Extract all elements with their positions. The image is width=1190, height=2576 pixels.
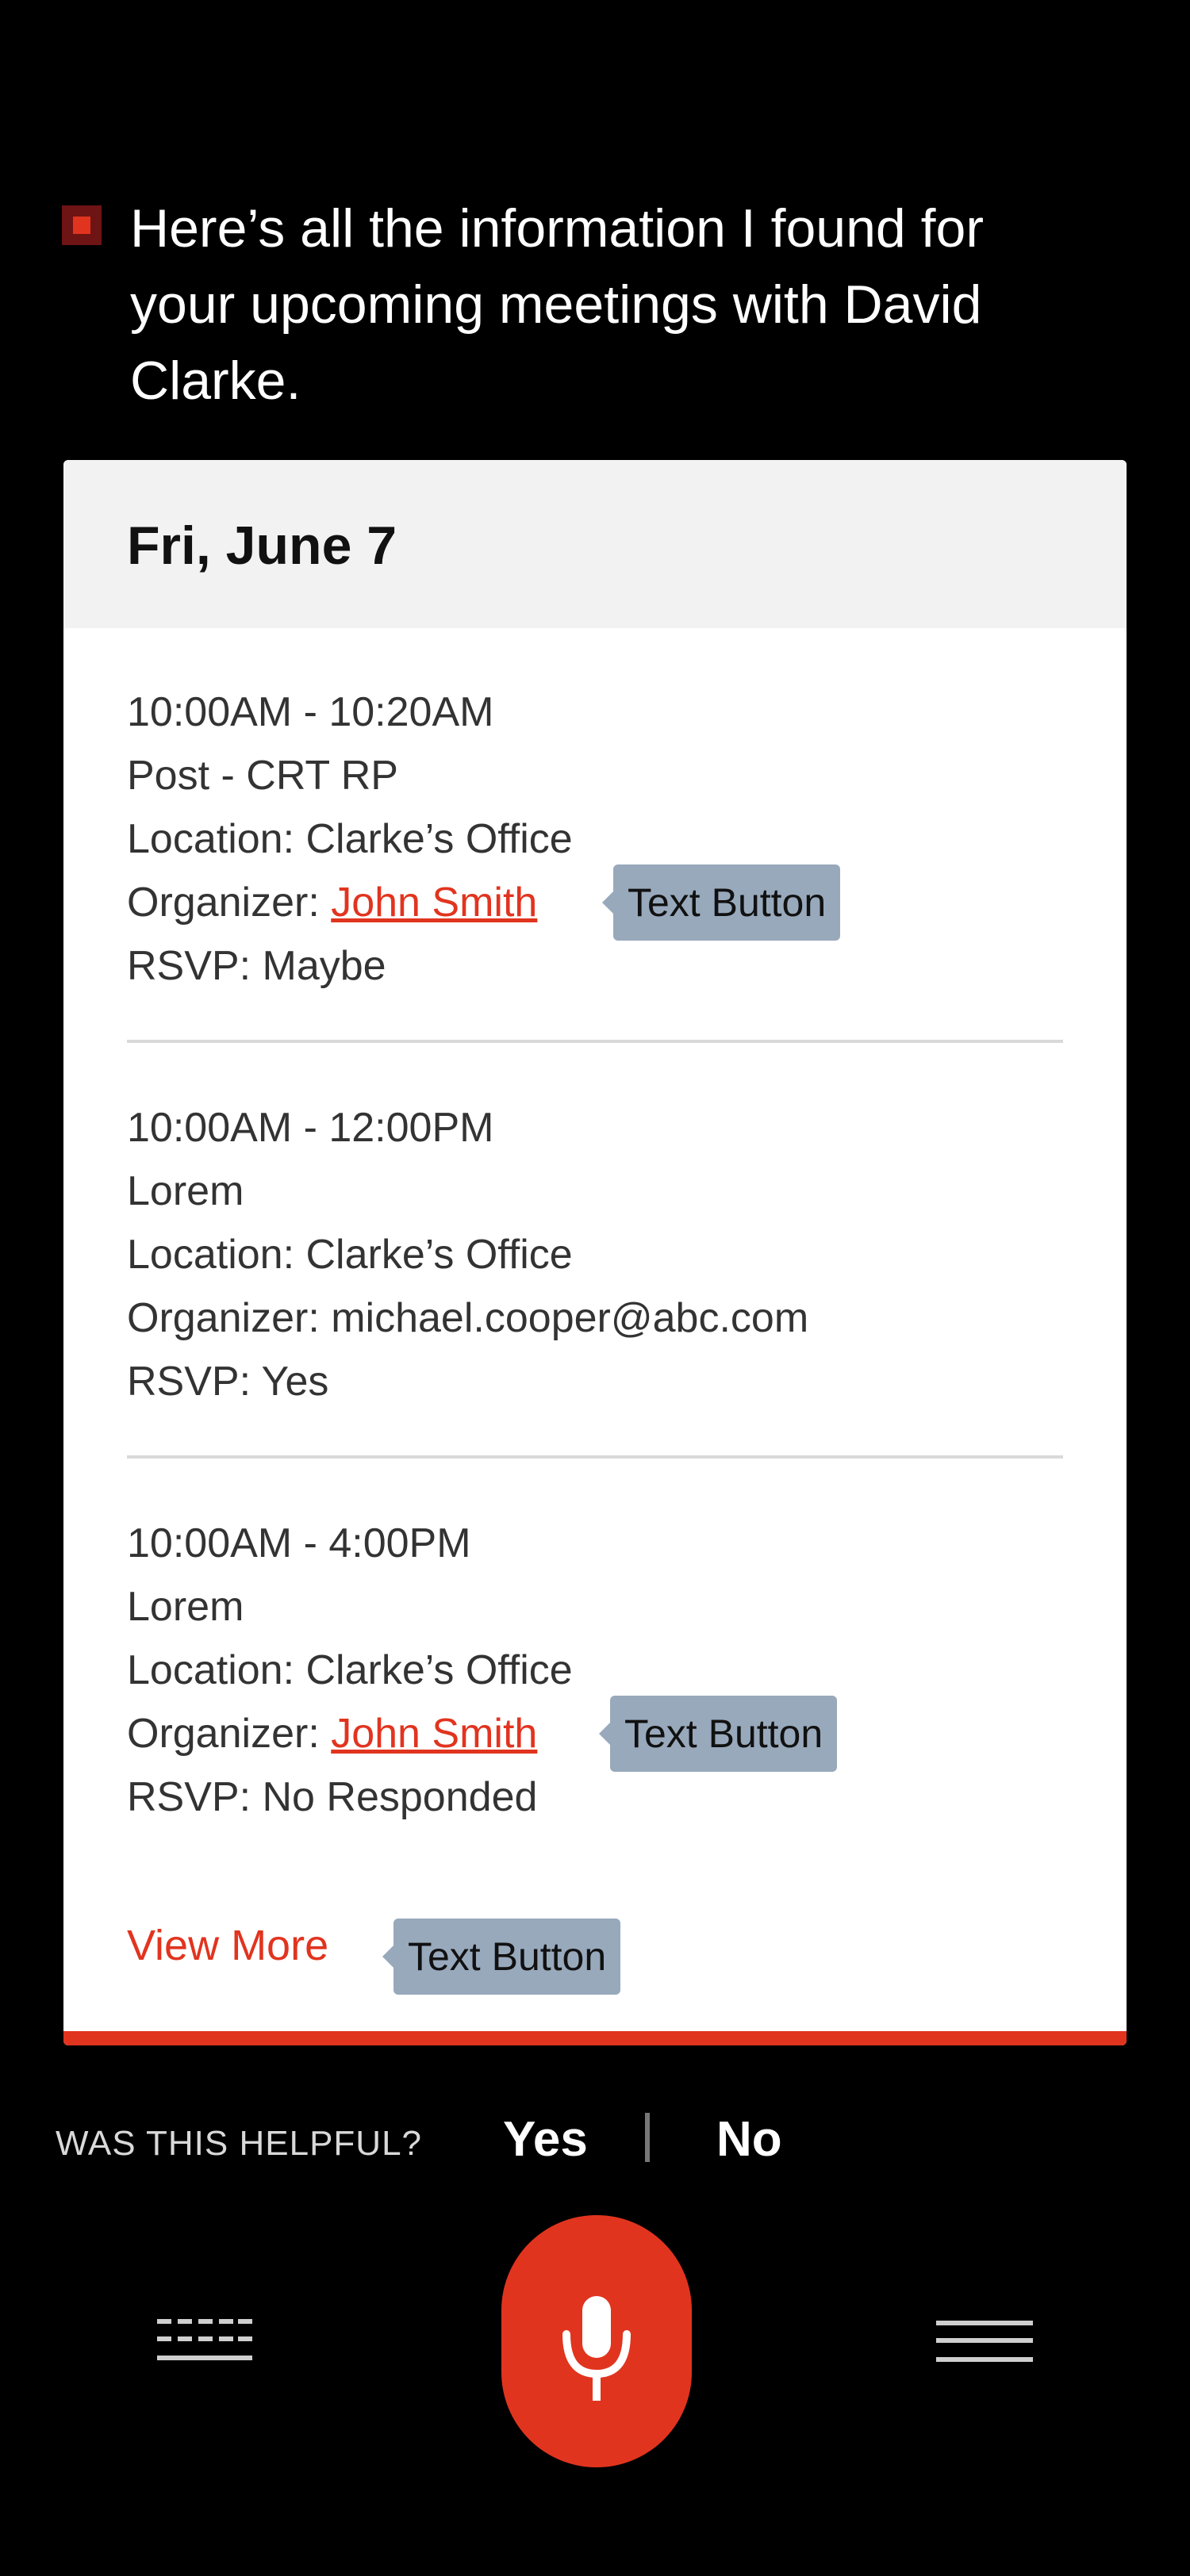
text-button[interactable]: Text Button <box>601 864 841 941</box>
card-header: Fri, June 7 <box>63 460 1127 628</box>
meeting-time: 10:00AM - 10:20AM <box>127 689 494 735</box>
organizer-link[interactable]: John Smith <box>331 880 537 926</box>
feedback-yes-button[interactable]: Yes <box>503 2111 588 2168</box>
meeting-location: Location: Clarke’s Office <box>127 816 573 862</box>
meeting-organizer: Organizer: John Smith Text Button <box>127 864 1063 941</box>
text-button[interactable]: Text Button <box>382 1919 621 1995</box>
menu-icon[interactable] <box>936 2321 1033 2362</box>
text-button[interactable]: Text Button <box>598 1696 838 1772</box>
meeting-organizer: Organizer: John Smith Text Button <box>127 1696 1063 1772</box>
meeting-divider <box>127 1040 1063 1043</box>
meeting-title: Post - CRT RP <box>127 753 398 799</box>
meetings-card: Fri, June 7 10:00AM - 10:20AM Post - CRT… <box>63 460 1127 2045</box>
feedback-no-button[interactable]: No <box>716 2111 782 2168</box>
organizer-email: michael.cooper@abc.com <box>331 1295 809 1341</box>
meeting-title: Lorem <box>127 1168 244 1214</box>
microphone-icon <box>562 2296 631 2401</box>
organizer-link[interactable]: John Smith <box>331 1711 537 1757</box>
meeting-rsvp: RSVP: Maybe <box>127 943 386 989</box>
assistant-message: Here’s all the information I found for y… <box>130 198 984 411</box>
card-date: Fri, June 7 <box>127 516 397 576</box>
microphone-button[interactable] <box>501 2215 692 2467</box>
keyboard-icon[interactable] <box>157 2319 252 2362</box>
meeting-title: Lorem <box>127 1584 244 1630</box>
organizer-prefix: Organizer: <box>127 880 332 926</box>
meeting-divider <box>127 1455 1063 1459</box>
organizer-prefix: Organizer: <box>127 1711 332 1757</box>
meeting-location: Location: Clarke’s Office <box>127 1647 573 1693</box>
view-more-link[interactable]: View More <box>127 1922 328 1969</box>
meeting-rsvp: RSVP: Yes <box>127 1359 329 1405</box>
meeting-location: Location: Clarke’s Office <box>127 1232 573 1278</box>
organizer-prefix: Organizer: <box>127 1295 332 1341</box>
meeting-rsvp: RSVP: No Responded <box>127 1774 538 1820</box>
card-accent-bar <box>63 2031 1127 2045</box>
meeting-time: 10:00AM - 12:00PM <box>127 1105 494 1151</box>
assistant-square-icon <box>62 205 102 245</box>
feedback-label: WAS THIS HELPFUL? <box>56 2124 423 2163</box>
meeting-organizer: Organizer: michael.cooper@abc.com <box>127 1286 1063 1350</box>
meeting-time: 10:00AM - 4:00PM <box>127 1520 471 1566</box>
meeting-item: 10:00AM - 10:20AM Post - CRT RP Location… <box>127 680 1063 998</box>
meeting-item: 10:00AM - 4:00PM Lorem Location: Clarke’… <box>127 1512 1063 1829</box>
feedback-separator <box>645 2113 650 2162</box>
meeting-item: 10:00AM - 12:00PM Lorem Location: Clarke… <box>127 1096 1063 1413</box>
